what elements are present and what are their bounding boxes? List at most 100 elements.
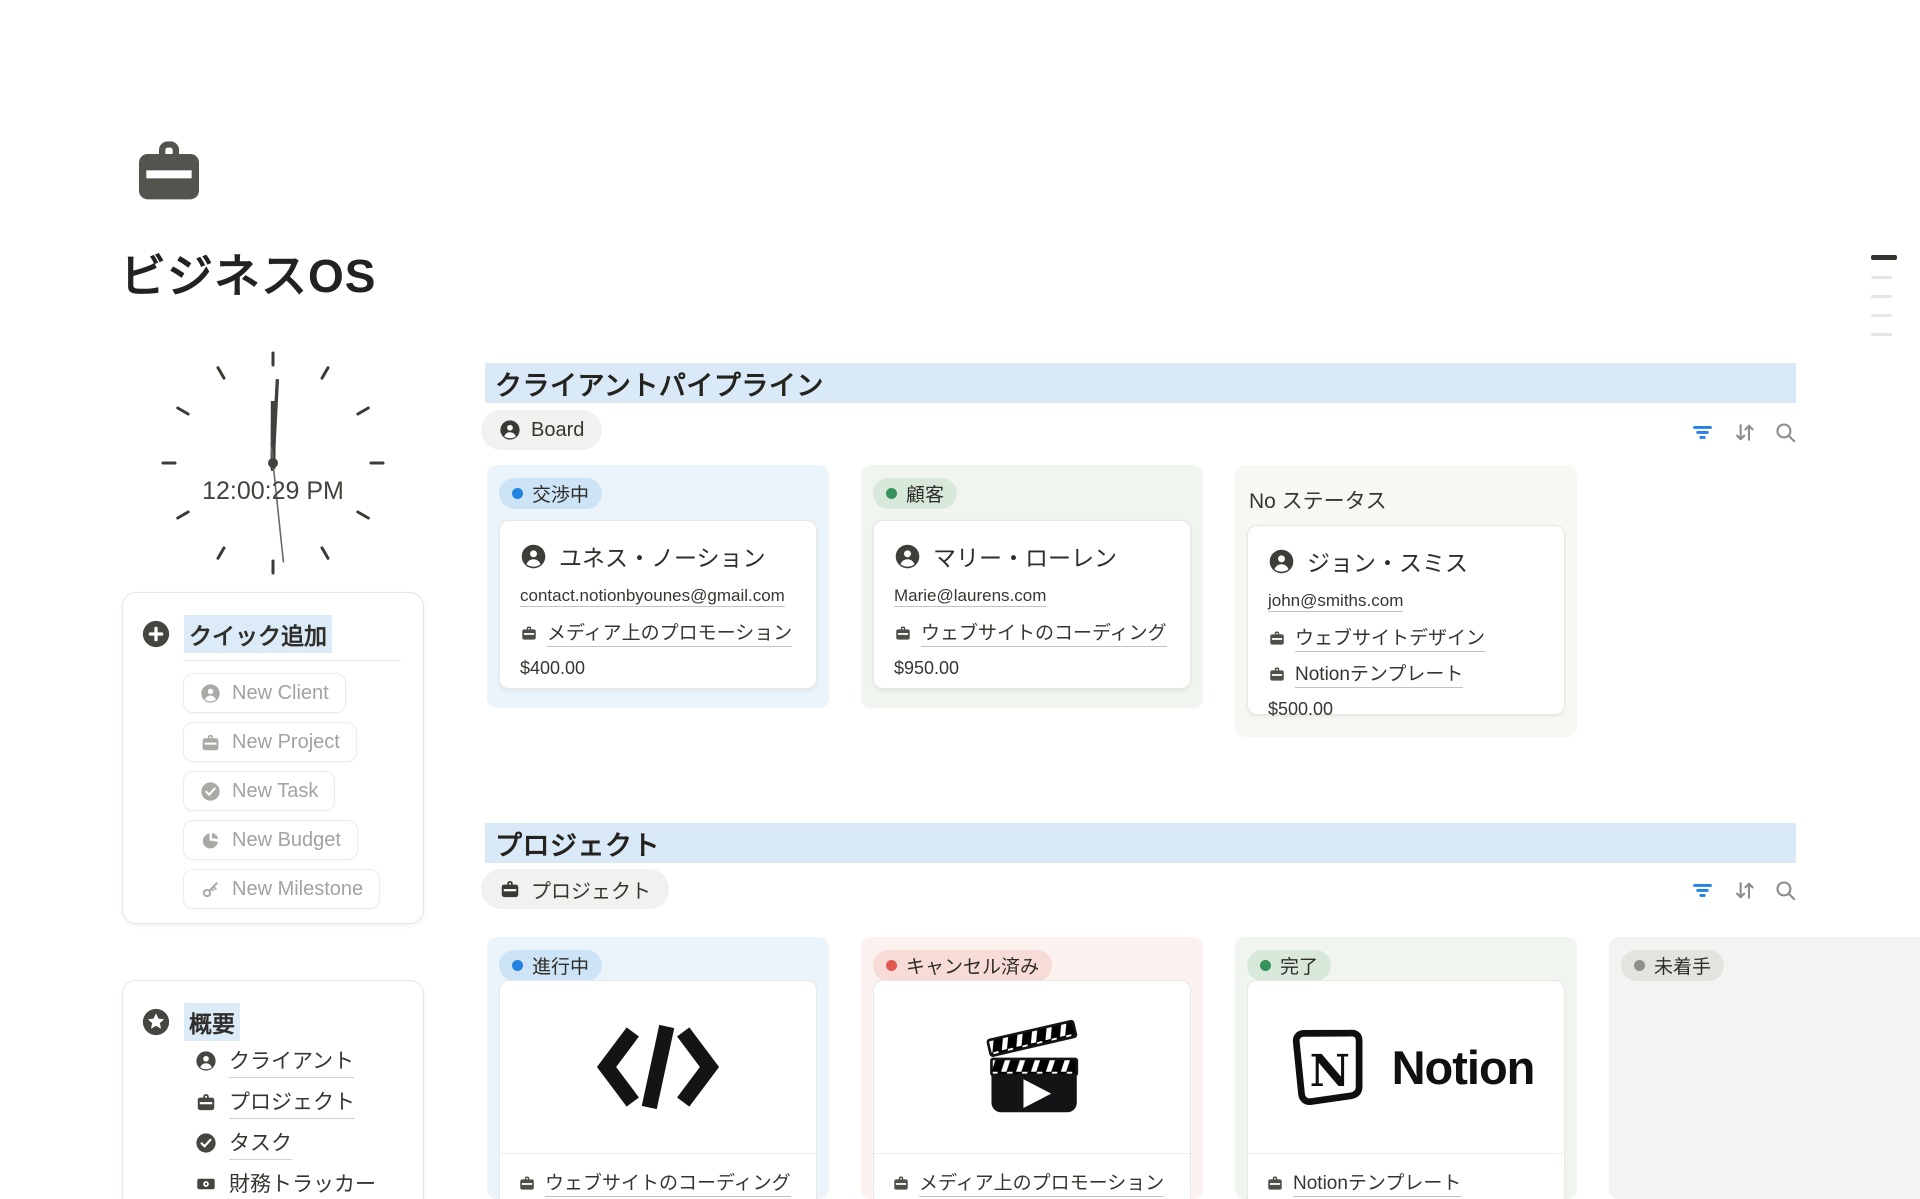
view-tab-label: Board: [531, 419, 584, 442]
view-tab-projects[interactable]: プロジェクト: [481, 869, 669, 909]
status-label: 顧客: [906, 480, 944, 507]
status-dot: [886, 488, 897, 499]
person-icon: [499, 419, 521, 441]
deal-amount: $500.00: [1268, 699, 1544, 720]
project-relation-link[interactable]: ウェブサイトデザイン: [1295, 623, 1485, 652]
search-icon[interactable]: [1773, 878, 1798, 903]
plus-circle-icon: [141, 619, 171, 649]
client-name: ジョン・スミス: [1307, 544, 1468, 578]
briefcase-icon: [1268, 665, 1286, 683]
toc-item[interactable]: [1871, 333, 1892, 336]
overview-link-clients[interactable]: クライアント: [195, 1047, 376, 1075]
project-card[interactable]: メディア上のプロモーション: [873, 980, 1191, 1199]
notion-logo: [1278, 1019, 1374, 1115]
pipeline-column-no-status: No ステータス ジョン・スミス john@smiths.com ウェブサイトデ…: [1235, 465, 1577, 737]
check-icon: [195, 1132, 217, 1154]
status-pill[interactable]: 交渉中: [499, 478, 602, 509]
view-tab-board[interactable]: Board: [481, 410, 602, 450]
briefcase-icon: [894, 624, 912, 642]
project-title-link[interactable]: ウェブサイトのコーディング: [545, 1168, 791, 1197]
banknote-icon: [195, 1173, 217, 1195]
project-relation-link[interactable]: Notionテンプレート: [1295, 659, 1463, 688]
person-icon: [195, 1050, 217, 1072]
status-dot: [1634, 960, 1645, 971]
status-dot: [886, 960, 897, 971]
status-label: 未着手: [1654, 952, 1711, 979]
status-pill[interactable]: キャンセル済み: [873, 950, 1052, 981]
status-pill[interactable]: 進行中: [499, 950, 602, 981]
filter-icon[interactable]: [1690, 420, 1715, 445]
project-relation-link[interactable]: ウェブサイトのコーディング: [921, 618, 1167, 647]
search-icon[interactable]: [1773, 420, 1798, 445]
overview-card: 概要 クライアント プロジェクト タスク 財務トラッカー: [122, 980, 424, 1199]
table-of-contents-indicator: [1871, 255, 1897, 336]
toc-item-current[interactable]: [1871, 255, 1897, 260]
sort-icon[interactable]: [1732, 878, 1757, 903]
overview-link-projects[interactable]: プロジェクト: [195, 1088, 376, 1116]
new-task-button[interactable]: New Task: [183, 771, 335, 811]
project-column-not-started: 未着手: [1609, 937, 1920, 1199]
button-label: New Task: [232, 780, 318, 803]
divider: [183, 660, 401, 661]
digital-time: 12:00:29 PM: [153, 477, 393, 506]
client-card[interactable]: マリー・ローレン Marie@laurens.com ウェブサイトのコーディング…: [873, 520, 1191, 689]
new-milestone-button[interactable]: New Milestone: [183, 869, 380, 909]
filter-icon[interactable]: [1690, 878, 1715, 903]
client-card[interactable]: ジョン・スミス john@smiths.com ウェブサイトデザイン Notio…: [1247, 525, 1565, 715]
section-header-projects: プロジェクト: [485, 823, 1796, 863]
link-label: プロジェクト: [229, 1086, 355, 1119]
client-email-link[interactable]: john@smiths.com: [1268, 591, 1403, 612]
briefcase-icon: [1266, 1174, 1284, 1192]
code-icon: [592, 1021, 724, 1113]
client-name: マリー・ローレン: [933, 539, 1117, 573]
status-dot: [1260, 960, 1271, 971]
sort-icon[interactable]: [1732, 420, 1757, 445]
overview-link-finance[interactable]: 財務トラッカー: [195, 1170, 376, 1198]
briefcase-icon: [1268, 629, 1286, 647]
page-title: ビジネスOS: [120, 240, 376, 306]
quick-add-title: クイック追加: [184, 615, 332, 653]
overview-title: 概要: [184, 1003, 240, 1041]
status-pill[interactable]: 完了: [1247, 950, 1331, 981]
person-icon: [200, 683, 221, 704]
person-icon: [894, 543, 921, 570]
person-icon: [1268, 548, 1295, 575]
briefcase-icon: [518, 1174, 536, 1192]
project-title-link[interactable]: メディア上のプロモーション: [919, 1168, 1164, 1197]
client-card[interactable]: ユネス・ノーション contact.notionbyounes@gmail.co…: [499, 520, 817, 689]
new-budget-button[interactable]: New Budget: [183, 820, 358, 860]
notion-wordmark: Notion: [1392, 1040, 1535, 1095]
status-label[interactable]: No ステータス: [1249, 485, 1387, 515]
client-email-link[interactable]: Marie@laurens.com: [894, 586, 1046, 607]
project-card[interactable]: Notion Notionテンプレート: [1247, 980, 1565, 1199]
button-label: New Budget: [232, 829, 341, 852]
briefcase-icon: [195, 1091, 217, 1113]
link-label: タスク: [229, 1127, 292, 1160]
toc-item[interactable]: [1871, 295, 1892, 298]
status-pill[interactable]: 未着手: [1621, 950, 1724, 981]
project-title-link[interactable]: Notionテンプレート: [1293, 1168, 1461, 1197]
project-relation-link[interactable]: メディア上のプロモーション: [547, 618, 792, 647]
status-label: 交渉中: [532, 480, 589, 507]
briefcase-icon: [520, 624, 538, 642]
section-title: クライアントパイプライン: [485, 364, 824, 403]
star-circle-icon: [141, 1007, 171, 1037]
new-project-button[interactable]: New Project: [183, 722, 357, 762]
project-column-cancelled: キャンセル済み メディア上のプロモーション: [861, 937, 1203, 1199]
board-toolbar: [1690, 420, 1798, 445]
briefcase-icon: [499, 878, 521, 900]
toc-item[interactable]: [1871, 314, 1892, 317]
new-client-button[interactable]: New Client: [183, 673, 346, 713]
status-dot: [512, 960, 523, 971]
briefcase-logo-icon: [126, 130, 212, 210]
pipeline-column-negotiating: 交渉中 ユネス・ノーション contact.notionbyounes@gmai…: [487, 465, 829, 708]
deal-amount: $400.00: [520, 658, 796, 679]
overview-link-tasks[interactable]: タスク: [195, 1129, 376, 1157]
project-card[interactable]: ウェブサイトのコーディング: [499, 980, 817, 1199]
status-pill[interactable]: 顧客: [873, 478, 957, 509]
person-icon: [520, 543, 547, 570]
toc-item[interactable]: [1871, 276, 1892, 279]
status-dot: [512, 488, 523, 499]
client-email-link[interactable]: contact.notionbyounes@gmail.com: [520, 586, 785, 607]
clapperboard-icon: [968, 1014, 1096, 1121]
